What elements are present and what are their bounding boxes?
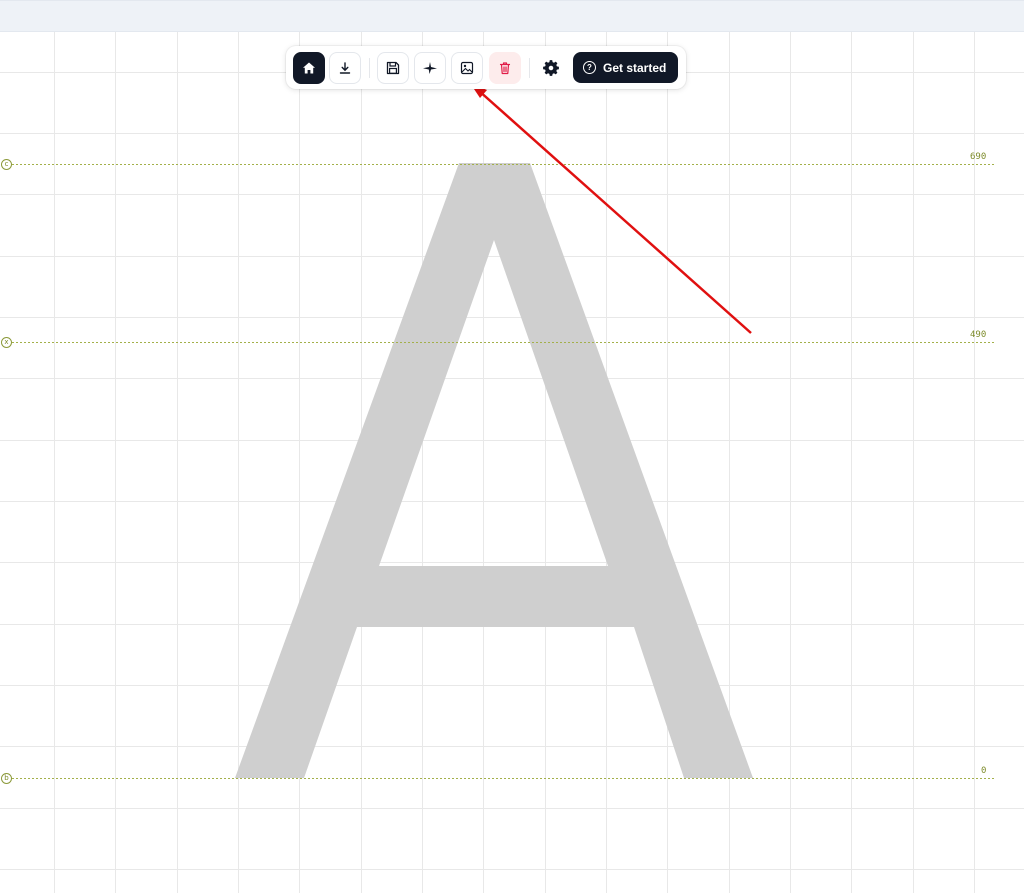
toolbar: ? Get started	[286, 46, 686, 89]
save-icon	[386, 61, 400, 75]
home-button[interactable]	[293, 52, 325, 84]
metric-badge-cap-height[interactable]: c	[1, 159, 12, 170]
gear-icon	[543, 60, 559, 76]
metric-value-cap-height: 690	[970, 152, 987, 162]
image-icon	[460, 61, 474, 75]
home-icon	[303, 62, 315, 74]
grid	[0, 32, 1024, 893]
image-button[interactable]	[451, 52, 483, 84]
sparkle-icon	[423, 62, 437, 74]
trash-icon	[499, 62, 511, 75]
canvas-svg	[0, 32, 1024, 893]
metric-badge-x-height[interactable]: x	[1, 337, 12, 348]
top-bar	[0, 0, 1024, 32]
metric-value-x-height: 490	[970, 330, 987, 340]
toolbar-separator	[369, 58, 370, 78]
glyph-canvas[interactable]: c 690 x 490 b 0	[0, 32, 1024, 893]
download-button[interactable]	[329, 52, 361, 84]
delete-button[interactable]	[489, 52, 521, 84]
save-button[interactable]	[377, 52, 409, 84]
help-circle-icon: ?	[583, 61, 596, 74]
toolbar-separator	[529, 58, 530, 78]
settings-button[interactable]	[535, 52, 567, 84]
metric-badge-baseline[interactable]: b	[1, 773, 12, 784]
sparkle-button[interactable]	[414, 52, 446, 84]
download-icon	[339, 62, 351, 74]
get-started-button[interactable]: ? Get started	[573, 52, 678, 83]
get-started-label: Get started	[603, 60, 667, 75]
metric-value-baseline: 0	[981, 766, 987, 776]
